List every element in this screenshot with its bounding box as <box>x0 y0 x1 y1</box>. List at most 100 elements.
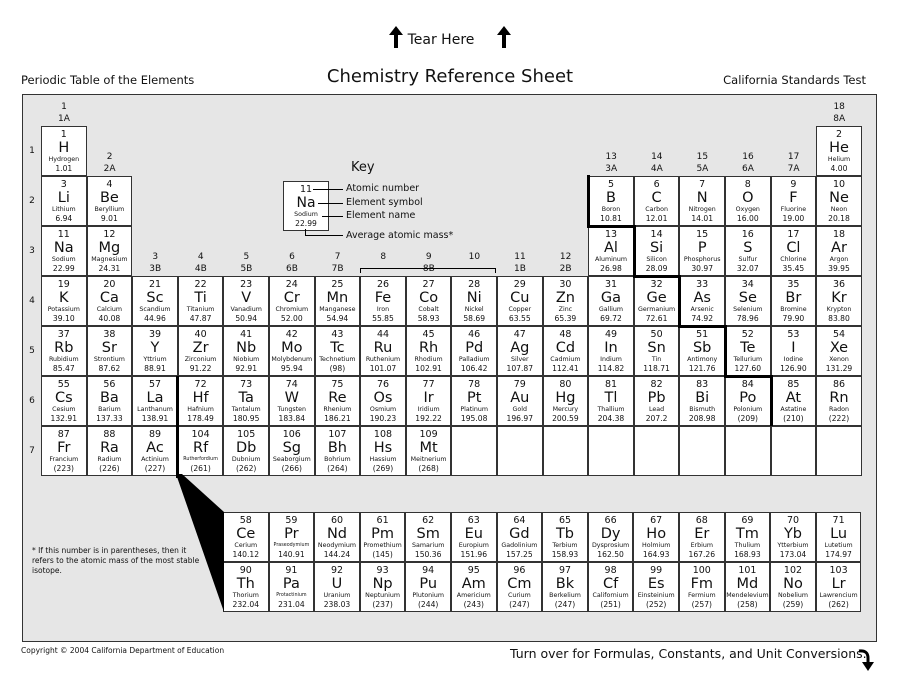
element-cell[interactable]: 103 Lr Lawrencium (262) <box>815 562 862 612</box>
element-cell[interactable]: 105 Db Dubnium (262) <box>223 426 269 476</box>
element-cell[interactable]: 22 Ti Titanium 47.87 <box>177 276 224 326</box>
element-cell[interactable]: 59 Pr Praseodymium 140.91 <box>268 512 315 562</box>
element-cell[interactable]: 46 Pd Palladium 106.42 <box>451 326 497 376</box>
element-cell[interactable]: 82 Pb Lead 207.2 <box>633 376 680 426</box>
element-cell[interactable]: 15 P Phosphorus 30.97 <box>679 226 725 276</box>
element-cell[interactable]: 1 H Hydrogen 1.01 <box>41 126 87 176</box>
element-cell[interactable]: 61 Pm Promethium (145) <box>359 512 406 562</box>
element-cell[interactable]: 87 Fr Francium (223) <box>41 426 87 476</box>
element-cell[interactable]: 13 Al Aluminum 26.98 <box>588 226 634 276</box>
element-cell[interactable]: 68 Er Erbium 167.26 <box>679 512 725 562</box>
element-cell[interactable]: 108 Hs Hassium (269) <box>360 426 406 476</box>
element-cell[interactable]: 80 Hg Mercury 200.59 <box>542 376 589 426</box>
element-cell[interactable]: 67 Ho Holmium 164.93 <box>633 512 679 562</box>
element-cell[interactable]: 109 Mt Meitnerium (268) <box>405 426 452 476</box>
element-cell[interactable]: 49 In Indium 114.82 <box>588 326 634 376</box>
element-cell[interactable]: 74 W Tungsten 183.84 <box>269 376 315 426</box>
element-cell[interactable]: 62 Sm Samarium 150.36 <box>405 512 451 562</box>
element-cell[interactable]: 83 Bi Bismuth 208.98 <box>679 376 725 426</box>
element-cell[interactable]: 64 Gd Gadolinium 157.25 <box>496 512 543 562</box>
element-cell[interactable]: 66 Dy Dysprosium 162.50 <box>587 512 634 562</box>
element-cell[interactable]: 4 Be Beryllium 9.01 <box>86 176 133 226</box>
element-cell[interactable]: 57 La Lanthanum 138.91 <box>132 376 178 426</box>
element-cell[interactable]: 99 Es Einsteinium (252) <box>633 562 679 612</box>
element-cell[interactable]: 44 Ru Ruthenium 101.07 <box>360 326 406 376</box>
element-cell[interactable]: 25 Mn Manganese 54.94 <box>314 276 361 326</box>
element-cell[interactable]: 6 C Carbon 12.01 <box>633 176 680 226</box>
element-cell[interactable]: 75 Re Rhenium 186.21 <box>314 376 361 426</box>
element-cell[interactable]: 60 Nd Neodymium 144.24 <box>314 512 360 562</box>
element-cell[interactable]: 48 Cd Cadmium 112.41 <box>542 326 589 376</box>
element-cell[interactable]: 56 Ba Barium 137.33 <box>86 376 133 426</box>
element-cell[interactable]: 5 B Boron 10.81 <box>588 176 634 226</box>
element-cell[interactable]: 20 Ca Calcium 40.08 <box>86 276 133 326</box>
element-cell[interactable]: 16 S Sulfur 32.07 <box>725 226 771 276</box>
element-cell[interactable]: 106 Sg Seaborgium (266) <box>269 426 315 476</box>
element-cell[interactable]: 12 Mg Magnesium 24.31 <box>86 226 133 276</box>
element-cell[interactable]: 88 Ra Radium (226) <box>86 426 133 476</box>
element-cell[interactable]: 26 Fe Iron 55.85 <box>360 276 406 326</box>
element-cell[interactable]: 11 Na Sodium 22.99 <box>41 226 87 276</box>
element-cell[interactable]: 102 No Nobelium (259) <box>770 562 816 612</box>
element-cell[interactable]: 43 Tc Technetium (98) <box>314 326 361 376</box>
element-cell[interactable]: 37 Rb Rubidium 85.47 <box>41 326 87 376</box>
element-cell[interactable]: 23 V Vanadium 50.94 <box>223 276 269 326</box>
element-cell[interactable]: 30 Zn Zinc 65.39 <box>542 276 589 326</box>
element-cell[interactable]: 81 Tl Thallium 204.38 <box>588 376 634 426</box>
element-cell[interactable]: 36 Kr Krypton 83.80 <box>816 276 862 326</box>
element-cell[interactable]: 7 N Nitrogen 14.01 <box>679 176 725 226</box>
element-cell[interactable]: 73 Ta Tantalum 180.95 <box>223 376 269 426</box>
element-cell[interactable]: 104 Rf Rutherfordium (261) <box>177 426 224 476</box>
element-cell[interactable]: 21 Sc Scandium 44.96 <box>132 276 178 326</box>
element-cell[interactable]: 70 Yb Ytterbium 173.04 <box>770 512 816 562</box>
element-cell[interactable]: 85 At Astatine (210) <box>770 376 817 426</box>
element-cell[interactable]: 101 Md Mendelevium (258) <box>724 562 771 612</box>
element-cell[interactable]: 34 Se Selenium 78.96 <box>725 276 771 326</box>
element-cell[interactable]: 28 Ni Nickel 58.69 <box>451 276 497 326</box>
element-cell[interactable]: 54 Xe Xenon 131.29 <box>816 326 862 376</box>
element-cell[interactable]: 9 F Fluorine 19.00 <box>770 176 817 226</box>
element-cell[interactable]: 42 Mo Molybdenum 95.94 <box>269 326 315 376</box>
element-cell[interactable]: 3 Li Lithium 6.94 <box>41 176 87 226</box>
element-cell[interactable]: 52 Te Tellurium 127.60 <box>725 326 771 376</box>
element-cell[interactable]: 50 Sn Tin 118.71 <box>633 326 680 376</box>
element-cell[interactable]: 91 Pa Protactinium 231.04 <box>268 562 315 612</box>
element-cell[interactable]: 39 Y Yttrium 88.91 <box>132 326 178 376</box>
element-cell[interactable]: 31 Ga Gallium 69.72 <box>588 276 634 326</box>
element-cell[interactable]: 107 Bh Bohrium (264) <box>314 426 361 476</box>
element-cell[interactable]: 29 Cu Copper 63.55 <box>497 276 543 326</box>
element-cell[interactable]: 79 Au Gold 196.97 <box>497 376 543 426</box>
element-cell[interactable]: 51 Sb Antimony 121.76 <box>679 326 725 376</box>
element-cell[interactable]: 32 Ge Germanium 72.61 <box>633 276 680 326</box>
element-cell[interactable]: 19 K Potassium 39.10 <box>41 276 87 326</box>
element-cell[interactable]: 38 Sr Strontium 87.62 <box>86 326 133 376</box>
element-cell[interactable]: 84 Po Polonium (209) <box>725 376 771 426</box>
element-cell[interactable]: 27 Co Cobalt 58.93 <box>405 276 452 326</box>
element-cell[interactable]: 53 I Iodine 126.90 <box>770 326 817 376</box>
element-cell[interactable]: 69 Tm Thulium 168.93 <box>724 512 771 562</box>
element-cell[interactable]: 41 Nb Niobium 92.91 <box>223 326 269 376</box>
element-cell[interactable]: 47 Ag Silver 107.87 <box>497 326 543 376</box>
element-cell[interactable]: 94 Pu Plutonium (244) <box>405 562 451 612</box>
element-cell[interactable]: 97 Bk Berkelium (247) <box>542 562 588 612</box>
element-cell[interactable]: 71 Lu Lutetium 174.97 <box>815 512 862 562</box>
element-cell[interactable]: 89 Ac Actinium (227) <box>132 426 178 476</box>
element-cell[interactable]: 8 O Oxygen 16.00 <box>725 176 771 226</box>
element-cell[interactable]: 76 Os Osmium 190.23 <box>360 376 406 426</box>
element-cell[interactable]: 17 Cl Chlorine 35.45 <box>770 226 817 276</box>
element-cell[interactable]: 95 Am Americium (243) <box>451 562 497 612</box>
element-cell[interactable]: 35 Br Bromine 79.90 <box>770 276 817 326</box>
element-cell[interactable]: 40 Zr Zirconium 91.22 <box>177 326 224 376</box>
element-cell[interactable]: 98 Cf Californium (251) <box>587 562 634 612</box>
element-cell[interactable]: 96 Cm Curium (247) <box>496 562 543 612</box>
element-cell[interactable]: 24 Cr Chromium 52.00 <box>269 276 315 326</box>
element-cell[interactable]: 55 Cs Cesium 132.91 <box>41 376 87 426</box>
element-cell[interactable]: 100 Fm Fermium (257) <box>679 562 725 612</box>
element-cell[interactable]: 77 Ir Iridium 192.22 <box>405 376 452 426</box>
element-cell[interactable]: 65 Tb Terbium 158.93 <box>542 512 588 562</box>
element-cell[interactable]: 78 Pt Platinum 195.08 <box>451 376 497 426</box>
element-cell[interactable]: 10 Ne Neon 20.18 <box>816 176 862 226</box>
element-cell[interactable]: 33 As Arsenic 74.92 <box>679 276 725 326</box>
element-cell[interactable]: 14 Si Silicon 28.09 <box>633 226 680 276</box>
element-cell[interactable]: 2 He Helium 4.00 <box>816 126 862 176</box>
